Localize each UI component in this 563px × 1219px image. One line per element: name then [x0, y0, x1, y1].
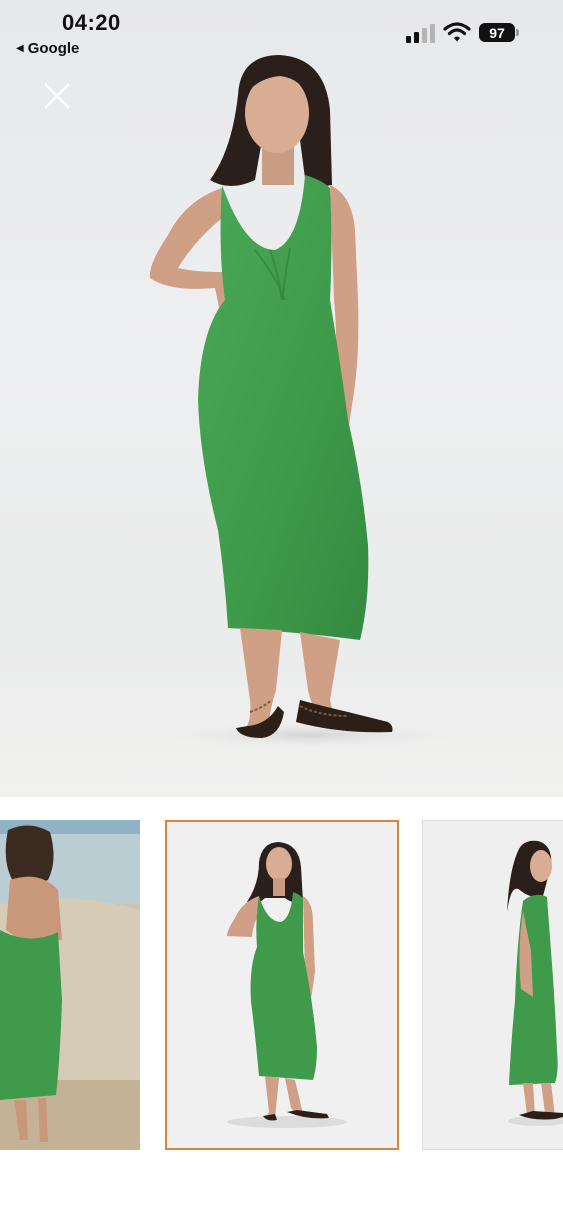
back-to-google-button[interactable]: ◀ Google: [16, 40, 79, 57]
thumbnail-2-selected[interactable]: [165, 820, 399, 1150]
thumbnail-strip: [0, 820, 563, 1152]
battery-level: 97: [489, 24, 505, 41]
status-bar: 04:20 ◀ Google 97: [0, 0, 563, 62]
cellular-signal-icon: [406, 24, 435, 43]
back-arrow-icon: ◀: [16, 43, 24, 54]
wifi-icon: [443, 22, 471, 42]
thumbnail-image-back-view: [0, 820, 140, 1150]
thumbnail-3[interactable]: [422, 820, 563, 1150]
model-figure: [149, 55, 460, 749]
close-button[interactable]: [40, 79, 74, 113]
thumbnail-1[interactable]: [0, 820, 140, 1150]
back-app-label: Google: [27, 40, 80, 57]
close-icon: [44, 83, 70, 109]
thumbnail-image-side-view: [507, 840, 563, 1126]
thumbnail-image-front-view: [227, 842, 347, 1128]
status-time: 04:20: [62, 10, 121, 35]
battery-indicator: 97: [479, 23, 519, 42]
main-product-image[interactable]: [0, 0, 563, 797]
